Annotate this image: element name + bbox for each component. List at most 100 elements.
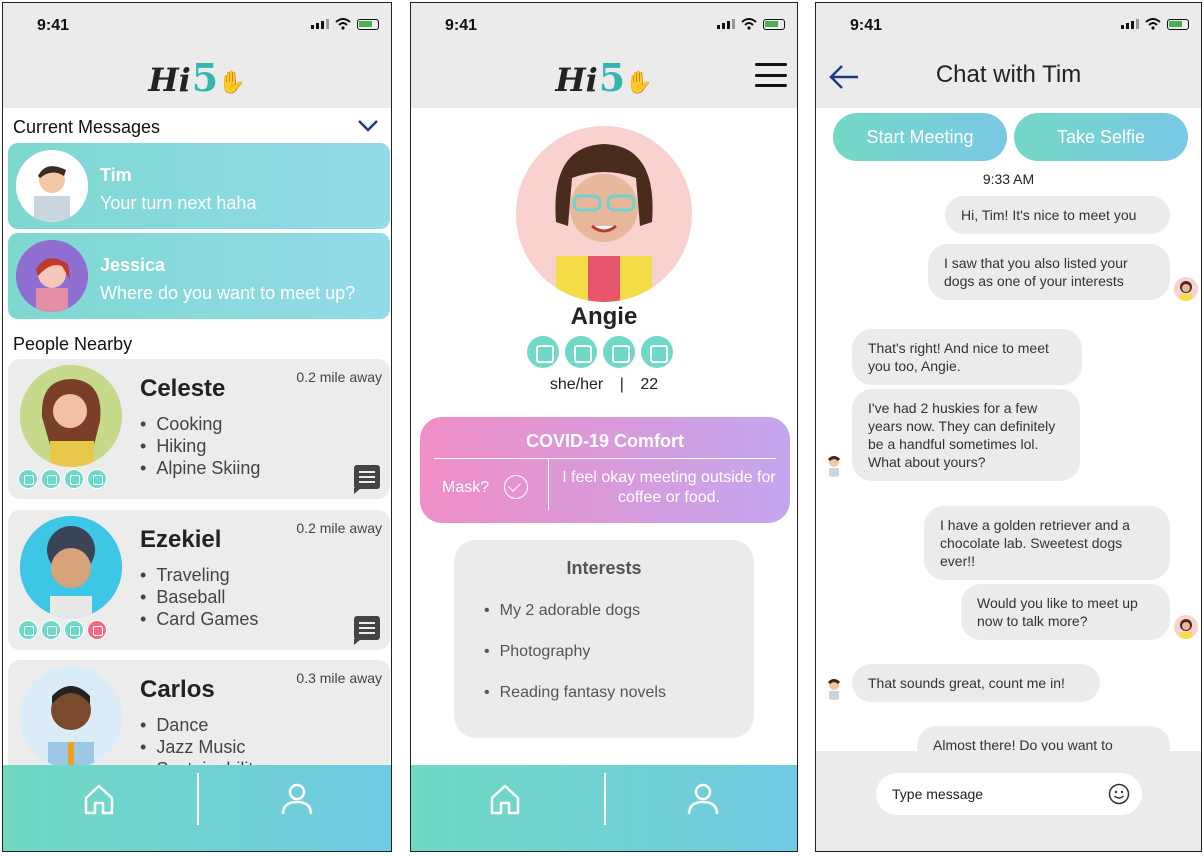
badge-row [18,469,107,489]
avatar-tim-small [822,453,846,477]
logo-text: Hi [148,61,191,99]
message-item-jessica[interactable]: Jessica Where do you want to meet up? [8,233,390,319]
top-bar: 9:41 Chat with Tim [816,3,1201,108]
message-preview: Your turn next haha [100,193,257,213]
emoji-icon[interactable] [1108,783,1130,805]
wifi-icon [335,18,351,30]
start-meeting-button[interactable]: Start Meeting [833,113,1007,161]
home-icon[interactable] [81,781,117,817]
check-circle-icon [504,475,528,499]
avatar-jessica [16,240,88,312]
interests-title: Interests [566,558,642,578]
message-preview: Where do you want to meet up? [100,283,356,303]
person-name: Ezekiel [140,526,222,553]
flag-icon [641,336,673,368]
people-nearby-title: People Nearby [13,334,133,354]
interest-item: Alpine Skiing [140,457,260,479]
profile-meta: she/her | 22 [411,376,797,394]
chat-screen: 9:41 Chat with Tim Start Meeting Take Se… [815,2,1202,852]
covid-note: I feel okay meeting outside for coffee o… [562,469,776,506]
interest-item: Dance [140,714,262,736]
logo-number: 5 [191,55,219,100]
status-icons [1121,18,1189,30]
profile-icon[interactable] [685,781,721,817]
profile-screen: 9:41 Hi5✋ Angie she/her | 22 COVID-19 Co… [410,2,798,852]
id-card-icon [603,336,635,368]
graduation-cap-icon [41,469,61,489]
badge-row [527,336,673,368]
message-composer: Type message [816,751,1201,851]
menu-icon[interactable] [755,63,787,87]
signal-icon [311,19,329,29]
graduation-cap-icon [41,620,61,640]
avatar-carlos [20,666,122,768]
avatar-tim [16,150,88,222]
nav-divider [197,773,199,825]
status-time: 9:41 [37,17,70,34]
covid-divider [434,458,776,459]
message-item-tim[interactable]: Tim Your turn next haha [8,143,390,229]
avatar-tim-small [822,676,846,700]
bottom-nav [411,765,797,851]
avatar-angie-small [1174,615,1198,639]
app-logo: Hi5✋ [148,55,245,100]
person-name: Celeste [140,375,226,402]
profile-icon[interactable] [279,781,315,817]
interest-item: Reading fantasy novels [484,684,666,702]
interests-card: Interests My 2 adorable dogs Photography… [454,540,754,738]
profile-avatar [516,126,692,302]
chat-bubble-incoming: That's right! And nice to meet you too, … [852,329,1082,385]
id-card-icon [64,469,84,489]
take-selfie-button[interactable]: Take Selfie [1014,113,1188,161]
chat-timestamp: 9:33 AM [982,171,1035,187]
status-icons [717,18,785,30]
interest-item: Hiking [140,435,260,457]
home-icon[interactable] [487,781,523,817]
person-name: Carlos [140,676,215,703]
logo-text: Hi [555,61,598,99]
person-card-celeste[interactable]: Celeste 0.2 mile away Cooking Hiking Alp… [8,359,390,499]
chat-bubble-incoming: I've had 2 huskies for a few years now. … [852,389,1080,481]
person-interests: Traveling Baseball Card Games [140,564,258,630]
age: 22 [640,376,659,393]
interest-item: Jazz Music [140,736,262,758]
avatar-celeste [20,365,122,467]
graduation-cap-icon [565,336,597,368]
person-card-ezekiel[interactable]: Ezekiel 0.2 mile away Traveling Baseball… [8,510,390,650]
person-interests: Cooking Hiking Alpine Skiing [140,413,260,479]
nav-divider [604,773,606,825]
current-messages-title: Current Messages [13,117,161,137]
interest-item: Photography [484,643,591,661]
message-icon[interactable] [354,465,380,494]
chat-bubble-outgoing: I saw that you also listed your dogs as … [928,244,1170,300]
chat-bubble-outgoing: Hi, Tim! It's nice to meet you [945,196,1170,234]
mask-label: Mask? [442,479,490,496]
wave-hand-icon: ✋ [218,69,246,96]
logo-number: 5 [598,55,626,100]
covid-title: COVID-19 Comfort [525,431,684,451]
person-distance: 0.3 mile away [296,670,382,686]
top-bar: 9:41 Hi5✋ [3,3,391,108]
message-input[interactable]: Type message [876,773,1142,815]
meta-divider: | [619,376,624,393]
flag-icon [87,469,107,489]
covid-divider-vertical [548,458,549,510]
status-time: 9:41 [850,17,883,34]
avatar-angie-small [1174,277,1198,301]
chat-bubble-outgoing: I have a golden retriever and a chocolat… [924,506,1170,580]
message-sender: Tim [100,165,132,185]
battery-icon [357,18,379,30]
message-icon[interactable] [354,616,380,645]
message-sender: Jessica [100,255,166,275]
avatar-ezekiel [20,516,122,618]
profile-name: Angie [570,303,638,330]
document-check-icon [18,469,38,489]
wave-hand-icon: ✋ [625,69,653,96]
chat-bubble-outgoing: Would you like to meet up now to talk mo… [961,584,1170,640]
interest-item: My 2 adorable dogs [484,602,641,620]
person-distance: 0.2 mile away [296,520,382,536]
battery-icon [763,18,785,30]
wifi-icon [1145,18,1161,30]
pronouns: she/her [549,376,604,393]
chevron-down-icon[interactable] [357,119,379,133]
